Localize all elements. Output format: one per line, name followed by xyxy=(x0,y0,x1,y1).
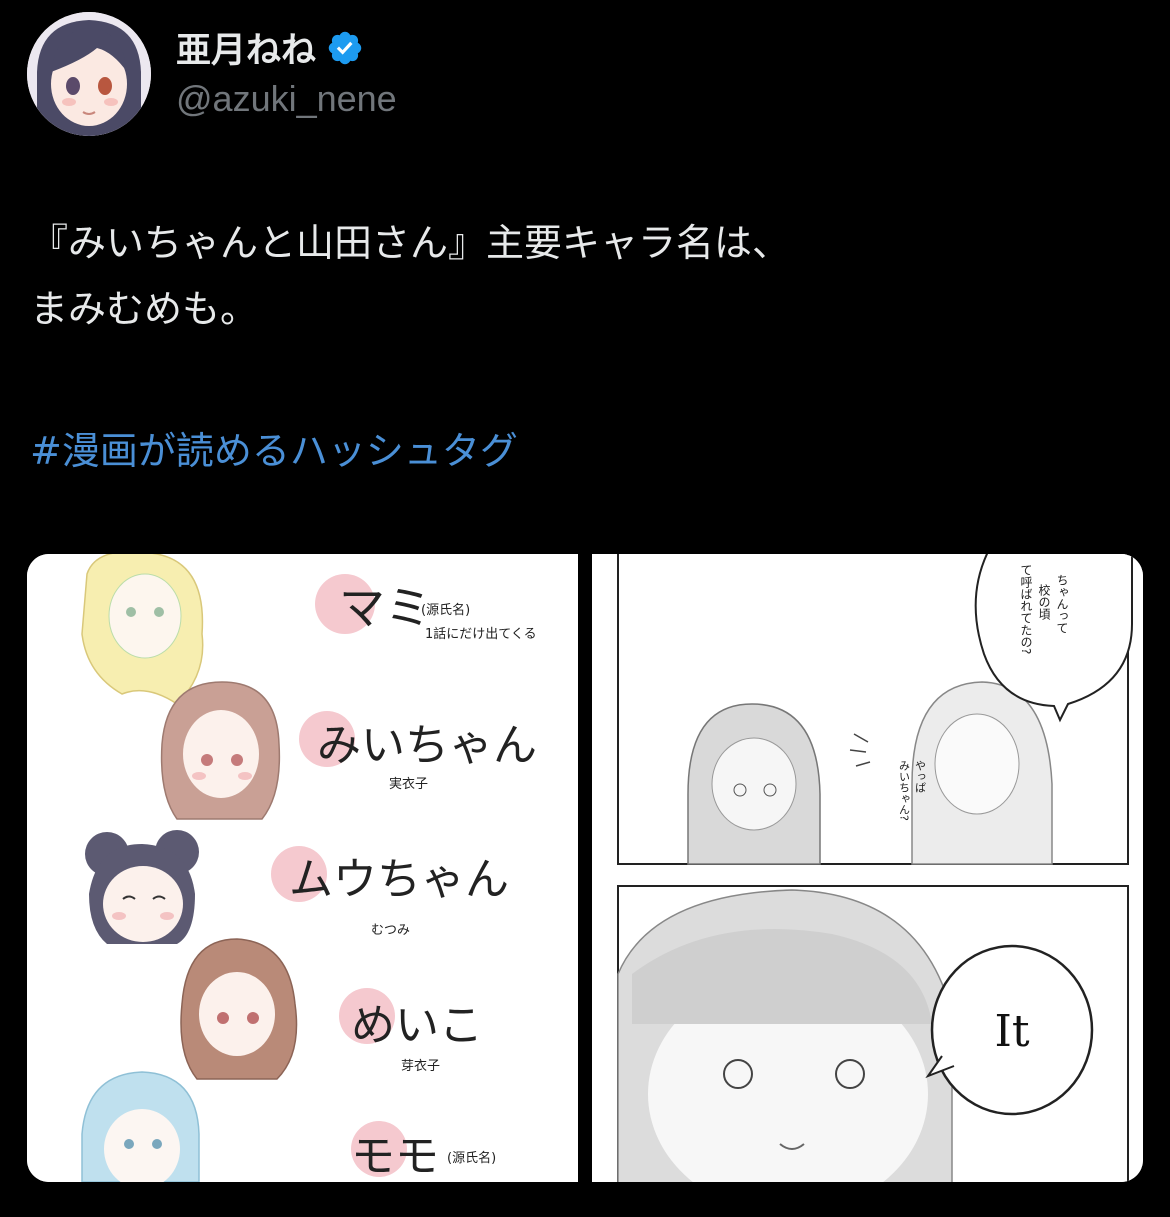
bubble-top-line-3: て呼ばれてたの? xyxy=(1019,564,1033,654)
char-name-mami: マミ xyxy=(339,581,431,635)
bubble-top-line-1: ちゃんって xyxy=(1055,574,1069,634)
tweet-line-1: 『みいちゃんと山田さん』主要キャラ名は、 xyxy=(30,221,791,265)
avatar[interactable] xyxy=(27,12,151,136)
momo-face-icon xyxy=(81,1071,200,1182)
char-sub-mami: 1話にだけ出てくる xyxy=(425,626,537,642)
author-name-row[interactable]: 亜月ねね xyxy=(176,22,364,73)
char-note-mami: (源氏名) xyxy=(421,602,470,618)
author-display-name[interactable]: 亜月ねね xyxy=(176,22,316,73)
char-name-momo: モモ xyxy=(351,1131,439,1182)
char-sub-muuchan: むつみ xyxy=(371,923,410,938)
miichan-manga-face-icon xyxy=(687,703,821,865)
media-image-right[interactable]: ちゃんって 校の頃 て呼ばれてたの? やっぱ みいちゃん? It xyxy=(592,554,1143,1182)
miichan-face-icon xyxy=(160,681,281,820)
char-sub-meiko: 芽衣子 xyxy=(401,1058,440,1074)
manga-page-illustration: ちゃんって 校の頃 て呼ばれてたの? やっぱ みいちゃん? It xyxy=(592,554,1143,1182)
bubble-bottom-text: It xyxy=(994,1006,1029,1057)
media-grid: マミ (源氏名) 1話にだけ出てくる みいちゃん 実衣子 ムウちゃん むつみ め… xyxy=(27,554,1143,1182)
whisper-line-2: みいちゃん? xyxy=(898,760,911,821)
hashtag-link[interactable]: #漫画が読めるハッシュタグ xyxy=(30,420,518,475)
muuchan-face-icon xyxy=(85,830,199,944)
whisper-line-1: やっぱ xyxy=(914,760,927,793)
tweet-line-2: まみむめも。 xyxy=(30,287,259,331)
char-name-meiko: めいこ xyxy=(351,1000,483,1051)
character-sheet-illustration: マミ (源氏名) 1話にだけ出てくる みいちゃん 実衣子 ムウちゃん むつみ め… xyxy=(27,554,578,1182)
char-note-momo: (源氏名) xyxy=(447,1150,496,1166)
friend-manga-face-icon xyxy=(911,681,1053,865)
tweet-text: 『みいちゃんと山田さん』主要キャラ名は、 まみむめも。 xyxy=(30,210,1130,342)
miichan-closeup-face-icon xyxy=(617,889,953,1182)
verified-badge-icon xyxy=(328,31,362,64)
media-image-left[interactable]: マミ (源氏名) 1話にだけ出てくる みいちゃん 実衣子 ムウちゃん むつみ め… xyxy=(27,554,578,1182)
author-handle[interactable]: @azuki_nene xyxy=(176,78,397,120)
avatar-illustration xyxy=(27,12,151,136)
char-sub-miichan: 実衣子 xyxy=(389,776,428,792)
char-name-muuchan: ムウちゃん xyxy=(289,854,509,905)
char-name-miichan: みいちゃん xyxy=(317,720,537,771)
bubble-top-line-2: 校の頃 xyxy=(1037,583,1051,621)
meiko-face-icon xyxy=(180,938,298,1080)
